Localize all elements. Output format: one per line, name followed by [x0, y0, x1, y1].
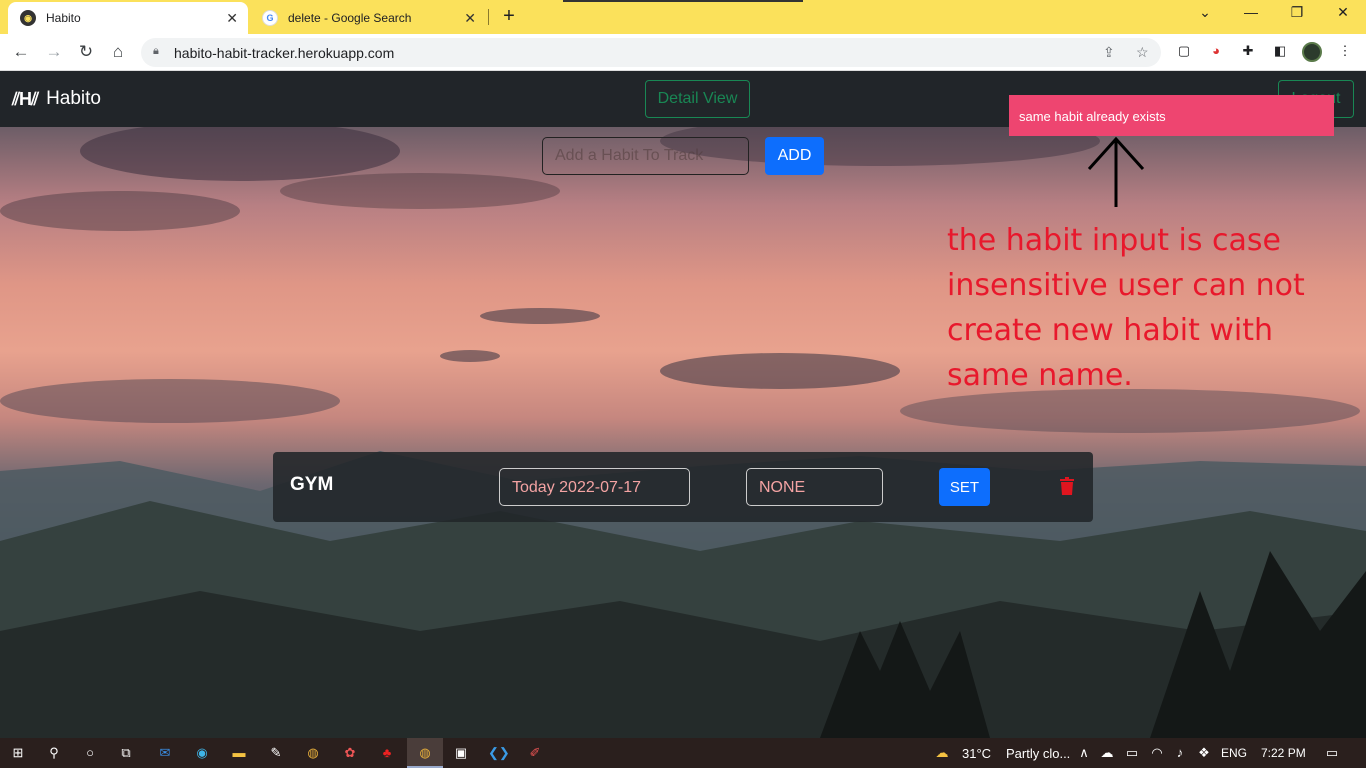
- share-icon[interactable]: ⇪: [1103, 44, 1115, 61]
- color-picker-extension-icon[interactable]: ◕: [1207, 42, 1225, 60]
- habit-name: GYM: [290, 474, 334, 495]
- feedback-icon[interactable]: ✎: [266, 743, 286, 763]
- dumbbell-icon: ⫽H⫽: [12, 88, 39, 109]
- new-tab-icon[interactable]: +: [498, 5, 520, 28]
- battery-icon[interactable]: ▭: [1122, 743, 1142, 763]
- wifi-icon[interactable]: ◠: [1147, 743, 1167, 763]
- delete-habit-icon[interactable]: [1060, 477, 1074, 495]
- status-select[interactable]: NONE: [746, 468, 883, 506]
- tab-separator: [488, 9, 489, 25]
- date-select[interactable]: Today 2022-07-17: [499, 468, 690, 506]
- habit-card: GYM Today 2022-07-17 NONE SET: [273, 452, 1093, 522]
- app-viewport: ⫽H⫽ Habito Detail View Logout same habit…: [0, 71, 1366, 738]
- chrome-active-icon[interactable]: ◍: [415, 743, 435, 763]
- tab-search-icon[interactable]: ⌄: [1190, 4, 1220, 21]
- address-bar[interactable]: 🔒︎ habito-habit-tracker.herokuapp.com ⇪ …: [141, 38, 1161, 67]
- habit-input[interactable]: [542, 137, 749, 175]
- annotation-text: the habit input is case insensitive user…: [947, 223, 1305, 393]
- weather-icon[interactable]: ☁: [932, 743, 952, 763]
- mail-icon[interactable]: ✉: [155, 743, 175, 763]
- profile-avatar[interactable]: [1302, 42, 1322, 62]
- forward-icon[interactable]: →: [43, 41, 65, 63]
- lock-icon[interactable]: 🔒︎: [153, 45, 159, 58]
- tab-google-search[interactable]: G delete - Google Search ✕: [250, 2, 486, 34]
- search-icon[interactable]: ⚲: [44, 743, 64, 763]
- windows-taskbar: ⊞ ⚲ ○ ⧉ ✉ ◉ ▬ ✎ ◍ ✿ ♣ ◍ ▣ ❮❯ ✐ ☁ 31°C Pa…: [0, 738, 1366, 768]
- set-status-button[interactable]: SET: [939, 468, 990, 506]
- cortana-icon[interactable]: ○: [80, 743, 100, 763]
- dropbox-icon[interactable]: ❖: [1194, 743, 1214, 763]
- language-indicator[interactable]: ENG: [1221, 746, 1247, 760]
- tab-title: delete - Google Search: [288, 11, 412, 25]
- terminal-icon[interactable]: ▣: [451, 743, 471, 763]
- brand-name: Habito: [46, 88, 101, 109]
- app-tool-icon[interactable]: ✐: [525, 743, 545, 763]
- detail-view-button[interactable]: Detail View: [645, 80, 750, 118]
- weather-desc[interactable]: Partly clo...: [1006, 746, 1070, 761]
- tray-expand-icon[interactable]: ∧: [1074, 743, 1094, 763]
- extension-blank-icon[interactable]: ▢: [1175, 42, 1193, 60]
- browser-menu-icon[interactable]: ⋮: [1336, 42, 1354, 60]
- reload-icon[interactable]: ↻: [75, 41, 97, 63]
- annotation-arrow: [1087, 136, 1145, 207]
- side-panel-icon[interactable]: ◧: [1271, 42, 1289, 60]
- notifications-icon[interactable]: ▭: [1322, 743, 1342, 763]
- close-tab-icon[interactable]: ✕: [226, 10, 238, 27]
- tab-strip: ◉ Habito ✕ G delete - Google Search ✕ + …: [0, 0, 1366, 34]
- onedrive-icon[interactable]: ☁: [1097, 743, 1117, 763]
- app-icon[interactable]: ✿: [340, 743, 360, 763]
- back-icon[interactable]: ←: [10, 41, 32, 63]
- minimize-icon[interactable]: —: [1236, 4, 1266, 20]
- tab-title: Habito: [46, 11, 81, 25]
- restore-icon[interactable]: ❐: [1282, 4, 1312, 21]
- browser-toolbar: ← → ↻ ⌂ 🔒︎ habito-habit-tracker.herokuap…: [0, 34, 1366, 71]
- bookmark-star-icon[interactable]: ☆: [1136, 44, 1149, 61]
- clock[interactable]: 7:22 PM: [1261, 746, 1306, 760]
- error-toast: same habit already exists: [1009, 95, 1334, 136]
- extensions-puzzle-icon[interactable]: ✚: [1239, 42, 1257, 60]
- title-bar-drag-area: [563, 0, 803, 2]
- url-text[interactable]: habito-habit-tracker.herokuapp.com: [174, 45, 394, 61]
- acrobat-icon[interactable]: ♣: [377, 743, 397, 763]
- tab-habito[interactable]: ◉ Habito ✕: [8, 2, 248, 34]
- habito-favicon-icon: ◉: [20, 10, 36, 26]
- task-view-icon[interactable]: ⧉: [116, 743, 136, 763]
- edge-icon[interactable]: ◉: [192, 743, 212, 763]
- chrome-icon[interactable]: ◍: [303, 743, 323, 763]
- weather-temp[interactable]: 31°C: [962, 746, 991, 761]
- close-window-icon[interactable]: ✕: [1328, 4, 1358, 21]
- add-habit-button[interactable]: ADD: [765, 137, 824, 175]
- vscode-icon[interactable]: ❮❯: [488, 743, 510, 763]
- home-icon[interactable]: ⌂: [107, 41, 129, 63]
- volume-icon[interactable]: ♪: [1170, 743, 1190, 763]
- close-tab-icon[interactable]: ✕: [464, 10, 476, 27]
- file-explorer-icon[interactable]: ▬: [229, 743, 249, 763]
- windows-start-icon[interactable]: ⊞: [8, 743, 28, 763]
- google-favicon-icon: G: [262, 10, 278, 26]
- brand-logo[interactable]: ⫽H⫽ Habito: [12, 88, 101, 110]
